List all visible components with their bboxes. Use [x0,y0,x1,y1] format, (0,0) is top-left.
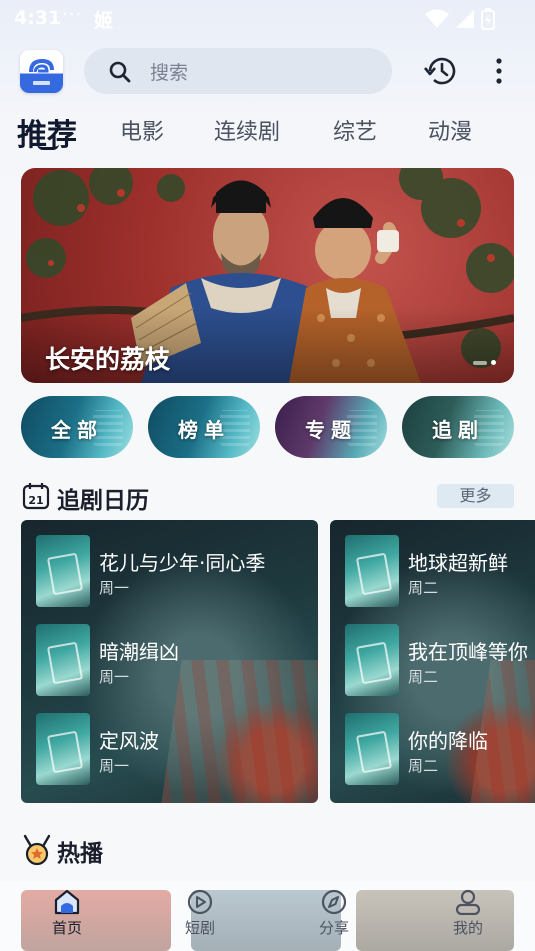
tab-active-indicator [37,144,59,150]
show-day: 周二 [408,757,439,775]
nav-short-drama[interactable]: 短剧 [165,889,235,938]
user-icon [455,889,481,915]
banner-pagination [473,360,496,365]
category-label: 专题 [305,418,357,442]
schedule-more-button[interactable]: 更多 [437,484,514,508]
schedule-section-title: 追剧日历 [57,488,149,514]
show-poster [345,713,399,785]
schedule-item[interactable]: 我在顶峰等你 周二 [345,624,535,696]
schedule-item[interactable]: 你的降临 周二 [345,713,535,785]
nav-label: 首页 [51,919,82,937]
search-placeholder: 搜索 [150,62,189,84]
schedule-item[interactable]: 花儿与少年·同心季 周一 [36,535,316,607]
category-tabs: 推荐 电影 连续剧 综艺 动漫 [0,108,535,158]
battery-icon [481,8,495,30]
show-title: 你的降临 [408,729,488,753]
nav-label: 短剧 [184,919,215,937]
tab-variety[interactable]: 综艺 [333,114,377,146]
category-ranking-button[interactable]: 榜单 [148,396,260,458]
tab-series[interactable]: 连续剧 [214,114,280,146]
tab-anime[interactable]: 动漫 [428,114,472,146]
category-following-button[interactable]: 追剧 [402,396,514,458]
search-icon [109,61,131,83]
show-day: 周二 [408,668,439,686]
nav-profile[interactable]: 我的 [433,889,503,938]
schedule-card-tuesday: 地球超新鲜 周二 我在顶峰等你 周二 你的降临 周二 [330,520,535,803]
history-icon[interactable] [424,55,458,87]
category-label: 追剧 [432,418,484,442]
search-bar[interactable]: 搜索 [84,48,392,94]
show-title: 定风波 [99,729,159,753]
status-icons [425,8,495,30]
category-label: 全部 [51,418,103,442]
nav-label: 我的 [452,919,483,937]
show-poster [36,624,90,696]
category-label: 榜单 [178,418,230,442]
app-logo[interactable] [20,50,63,93]
nav-home[interactable]: 首页 [32,889,102,938]
calendar-icon: 21 [22,483,50,510]
hot-section-title: 热播 [57,841,103,867]
status-bar: 4:31 ··· 姬 [0,0,535,38]
schedule-item[interactable]: 定风波 周一 [36,713,316,785]
status-dots: ··· [62,4,83,25]
show-day: 周一 [99,757,130,775]
medal-icon [23,834,51,866]
schedule-item[interactable]: 地球超新鲜 周二 [345,535,535,607]
tab-movie[interactable]: 电影 [120,114,164,146]
show-title: 暗潮缉凶 [99,640,179,664]
home-icon [54,889,80,915]
schedule-card-monday: 花儿与少年·同心季 周一 暗潮缉凶 周一 定风波 周一 [21,520,318,803]
show-day: 周一 [99,668,130,686]
status-time: 4:31 [14,7,62,29]
category-all-button[interactable]: 全部 [21,396,133,458]
signal-icon [456,10,474,28]
compass-icon [321,889,347,915]
wifi-icon [425,9,449,28]
pagination-dot-active [473,360,487,365]
play-circle-icon [187,889,213,915]
show-poster [345,624,399,696]
nav-label: 分享 [318,919,349,937]
pagination-dot [491,360,496,365]
status-app-glyph: 姬 [94,10,114,32]
show-day: 周一 [99,579,130,597]
more-vertical-icon[interactable] [490,57,508,85]
show-poster [36,713,90,785]
category-topics-button[interactable]: 专题 [275,396,387,458]
show-day: 周二 [408,579,439,597]
show-title: 我在顶峰等你 [408,640,528,664]
hero-banner[interactable]: 长安的荔枝 [21,168,514,383]
banner-title: 长安的荔枝 [45,345,171,374]
show-title: 地球超新鲜 [408,551,508,575]
svg-text:21: 21 [28,494,43,507]
schedule-item[interactable]: 暗潮缉凶 周一 [36,624,316,696]
show-poster [345,535,399,607]
nav-share[interactable]: 分享 [299,889,369,938]
show-poster [36,535,90,607]
show-title: 花儿与少年·同心季 [99,551,266,575]
